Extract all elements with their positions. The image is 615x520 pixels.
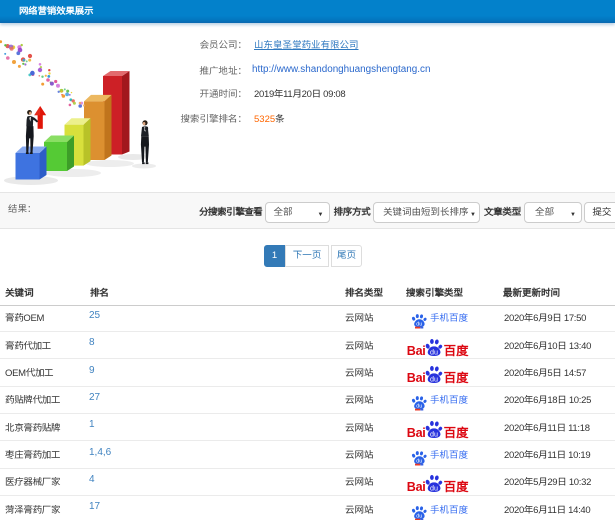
svg-text:Bai: Bai [407, 480, 426, 493]
svg-text:百度: 百度 [444, 340, 469, 356]
svg-text:Bai: Bai [407, 426, 426, 439]
svg-text:du: du [430, 429, 438, 438]
svg-text:百度: 百度 [444, 477, 469, 493]
svg-text:du: du [416, 513, 422, 519]
svg-text:百度: 百度 [444, 368, 469, 384]
svg-text:du: du [430, 483, 438, 492]
svg-text:du: du [430, 347, 438, 356]
svg-text:du: du [430, 374, 438, 383]
svg-text:Bai: Bai [407, 371, 426, 384]
svg-text:Bai: Bai [407, 344, 426, 357]
svg-text:百度: 百度 [444, 422, 469, 438]
